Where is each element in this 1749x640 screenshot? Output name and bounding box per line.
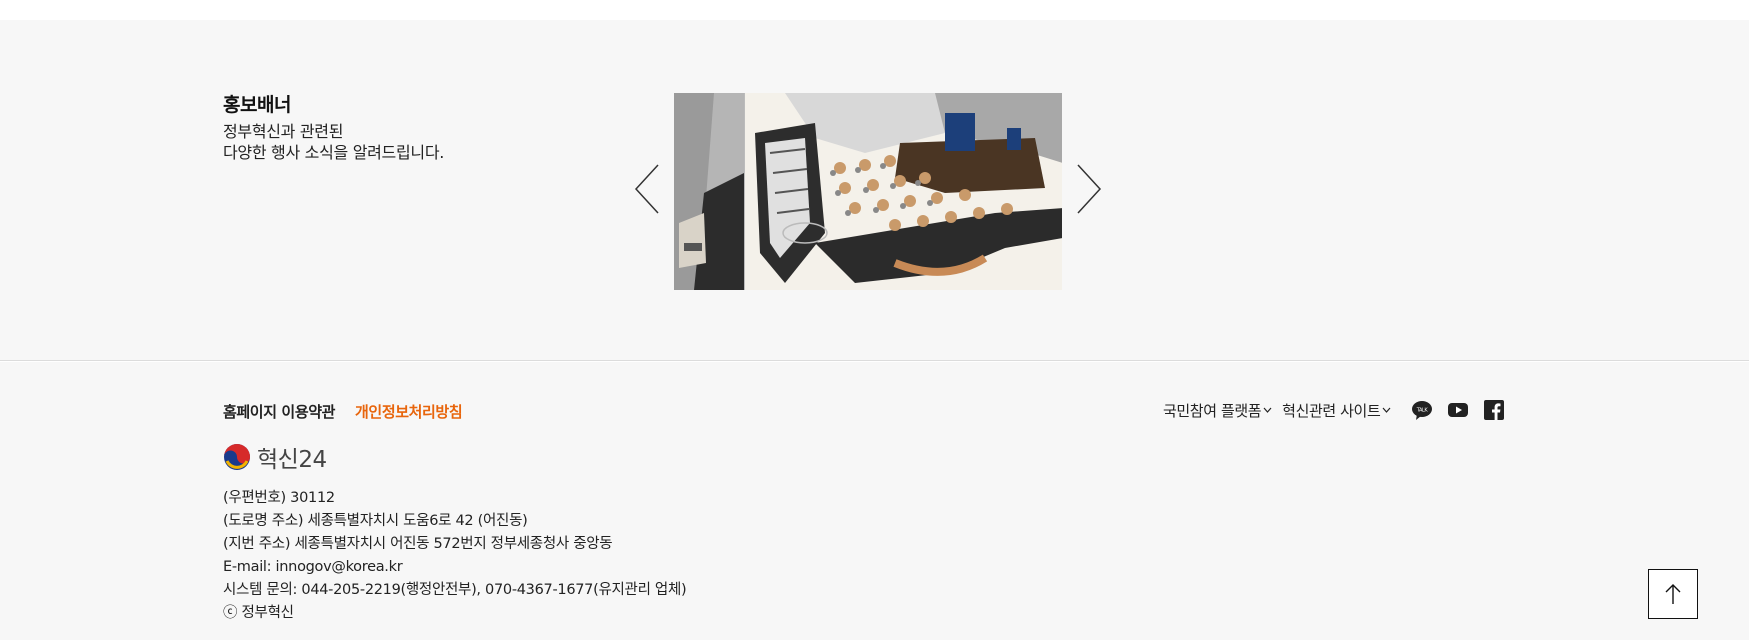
banner-slide-image (744, 93, 1062, 290)
scroll-to-top-button[interactable] (1648, 569, 1698, 619)
social-links: TALK (1411, 399, 1505, 421)
innovation-sites-label: 혁신관련 사이트 (1282, 401, 1381, 420)
banner-slide-viewport[interactable] (674, 93, 1062, 290)
citizen-platform-label: 국민참여 플랫폼 (1163, 401, 1262, 420)
slider-next-button[interactable] (1070, 161, 1110, 217)
banner-text: 홍보배너 정부혁신과 관련된 다양한 행사 소식을 알려드립니다. (223, 90, 444, 163)
chevron-left-icon (634, 164, 659, 214)
lot-address: (지번 주소) 세종특별자치시 어진동 572번지 정부세종청사 중앙동 (223, 536, 613, 552)
taegeuk-logo-icon (224, 444, 250, 470)
chevron-right-icon (1077, 164, 1102, 214)
innovation-sites-dropdown[interactable]: 혁신관련 사이트 (1282, 400, 1391, 421)
slider-prev-button[interactable] (630, 161, 670, 217)
footer-address-block: (우편번호) 30112 (도로명 주소) 세종특별자치시 도움6로 42 (어… (223, 487, 687, 625)
previous-slide-image (674, 93, 744, 290)
postal-code: (우편번호) 30112 (223, 490, 335, 506)
logo-text: 혁신24 (257, 447, 327, 473)
svg-text:TALK: TALK (1416, 408, 1429, 414)
banner-description: 정부혁신과 관련된 다양한 행사 소식을 알려드립니다. (223, 121, 444, 163)
copyright: ⓒ 정부혁신 (223, 605, 294, 621)
contact-email: E-mail: innogov@korea.kr (223, 559, 403, 575)
citizen-platform-dropdown[interactable]: 국민참여 플랫폼 (1163, 400, 1272, 421)
chevron-down-icon (1263, 407, 1272, 413)
site-logo[interactable]: 혁신24 (223, 440, 327, 474)
youtube-icon[interactable] (1447, 399, 1469, 421)
system-contact: 시스템 문의: 044-205-2219(행정안전부), 070-4367-16… (223, 582, 687, 598)
road-address: (도로명 주소) 세종특별자치시 도움6로 42 (어진동) (223, 513, 528, 529)
privacy-policy-link[interactable]: 개인정보처리방침 (355, 401, 463, 422)
terms-of-use-link[interactable]: 홈페이지 이용약관 (223, 401, 335, 422)
site-footer: 홈페이지 이용약관 개인정보처리방침 국민참여 플랫폼 혁신관련 사이트 TAL… (0, 362, 1749, 640)
chevron-down-icon (1382, 407, 1391, 413)
banner-title: 홍보배너 (223, 94, 291, 116)
footer-right-menu: 국민참여 플랫폼 혁신관련 사이트 TALK (1163, 399, 1505, 421)
banner-desc-line: 정부혁신과 관련된 (223, 122, 344, 141)
footer-policy-links: 홈페이지 이용약관 개인정보처리방침 (223, 401, 463, 422)
facebook-icon[interactable] (1483, 399, 1505, 421)
banner-desc-line: 다양한 행사 소식을 알려드립니다. (223, 143, 445, 162)
kakao-talk-icon[interactable]: TALK (1411, 399, 1433, 421)
promo-banner-section: 홍보배너 정부혁신과 관련된 다양한 행사 소식을 알려드립니다. (0, 20, 1749, 361)
arrow-up-icon (1665, 584, 1681, 604)
